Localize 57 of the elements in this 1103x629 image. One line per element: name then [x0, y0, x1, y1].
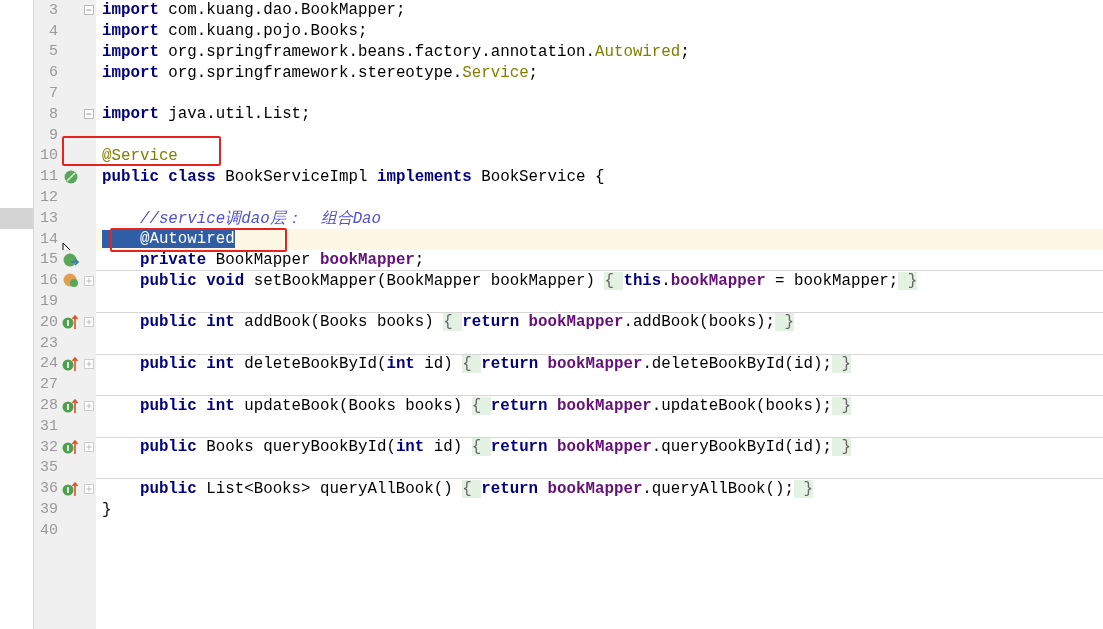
implemented-method-icon[interactable] — [62, 314, 80, 331]
code-line: public Books queryBookById(int id) { return bookMapper.queryBookById(id); } — [138, 438, 851, 457]
property-icon[interactable] — [63, 273, 79, 289]
code-line: import org.springframework.beans.factory.annotation.Autowired; — [102, 43, 690, 61]
implemented-method-icon[interactable] — [62, 397, 80, 414]
expand-icon[interactable] — [84, 358, 94, 369]
expand-icon[interactable] — [84, 275, 94, 286]
line-number: 5 — [48, 43, 58, 61]
expand-icon[interactable] — [84, 483, 94, 494]
line-number: 40 — [39, 521, 58, 539]
fold-icon[interactable] — [84, 5, 94, 16]
line-number: 28 — [39, 397, 58, 415]
code-line: //service调dao层： 组合Dao — [138, 208, 382, 229]
line-number: 20 — [39, 313, 58, 331]
line-number: 6 — [48, 64, 58, 82]
code-line: public List<Books> queryAllBook() { return bookMapper.queryAllBook(); } — [138, 479, 813, 498]
expand-icon[interactable] — [84, 400, 94, 411]
line-number: 32 — [39, 438, 58, 456]
code-line: private BookMapper bookMapper; — [138, 250, 425, 269]
code-line: import com.kuang.pojo.Books; — [102, 22, 368, 41]
implemented-method-icon[interactable] — [62, 439, 80, 456]
implemented-method-icon[interactable] — [62, 480, 80, 497]
code-line: public int updateBook(Books books) { return bookMapper.updateBook(books); } — [138, 396, 851, 415]
line-number: 7 — [48, 85, 58, 103]
line-number: 35 — [39, 459, 58, 477]
line-number: 24 — [39, 355, 58, 373]
line-number: 10 — [39, 147, 58, 165]
line-number: 16 — [39, 272, 58, 290]
line-number: 12 — [39, 189, 58, 207]
line-number: 31 — [39, 417, 58, 435]
code-line: public void setBookMapper(BookMapper bookMapper) { this.bookMapper = bookMapper; } — [138, 271, 918, 290]
line-number: 3 — [48, 1, 58, 19]
line-number: 39 — [39, 501, 58, 518]
line-number: 15 — [39, 251, 58, 269]
line-number: 23 — [39, 334, 58, 352]
bean-icon[interactable] — [64, 169, 78, 184]
expand-icon[interactable] — [84, 317, 94, 328]
code-line: } — [102, 500, 112, 519]
fold-icon[interactable] — [84, 109, 94, 120]
line-number: 13 — [39, 209, 58, 227]
code-line: import org.springframework.stereotype.Service; — [102, 63, 539, 82]
line-number: 19 — [39, 293, 58, 311]
code-line: import java.util.List; — [102, 105, 311, 124]
code-line: import com.kuang.dao.BookMapper; — [102, 1, 406, 20]
line-number: 9 — [48, 126, 58, 144]
code-line: public int deleteBookById(int id) { return bookMapper.deleteBookById(id); } — [138, 354, 851, 373]
line-number: 27 — [39, 376, 58, 394]
implemented-method-icon[interactable] — [62, 355, 80, 372]
expand-icon[interactable] — [84, 442, 94, 453]
line-number: 4 — [48, 22, 58, 40]
code-line: public class BookServiceImpl implements BookService { — [102, 167, 605, 186]
line-number: 11 — [39, 168, 58, 186]
line-number: 36 — [39, 480, 58, 498]
line-number: 14 — [39, 230, 58, 248]
line-number: 8 — [48, 105, 58, 123]
code-line: public int addBook(Books books) { return bookMapper.addBook(books); } — [138, 313, 795, 332]
code-line: @Service — [102, 146, 178, 165]
